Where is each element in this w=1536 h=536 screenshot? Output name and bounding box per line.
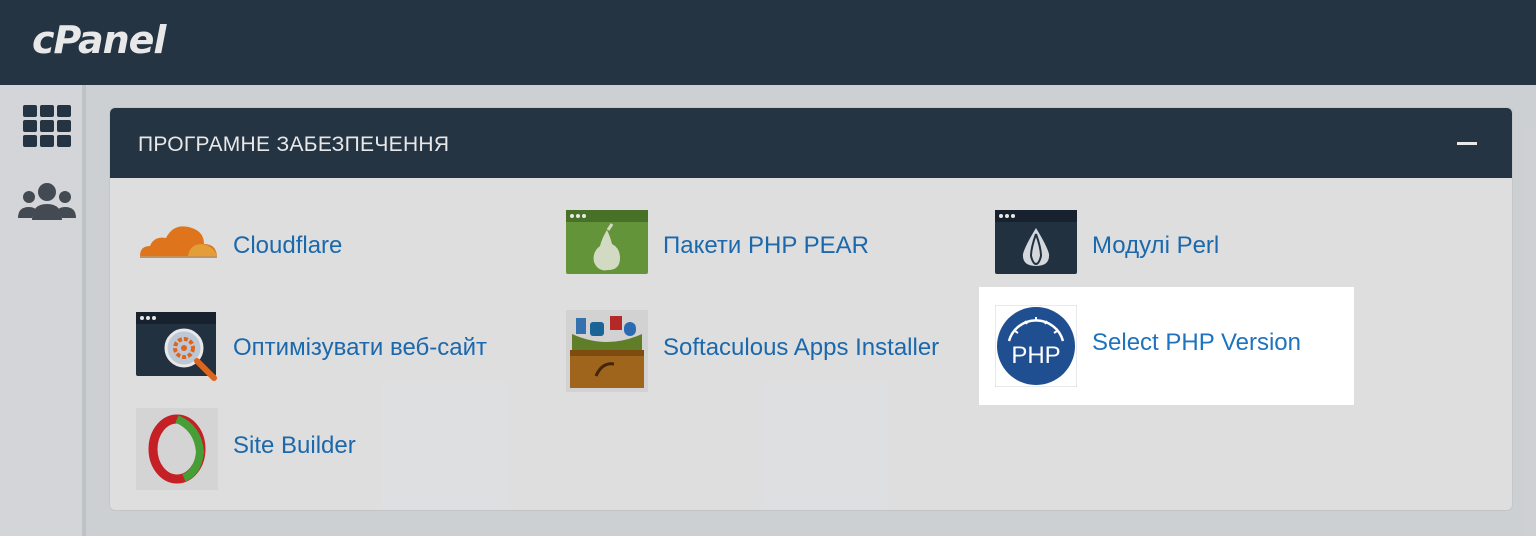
svg-text:PHP: PHP: [1011, 342, 1060, 369]
item-select-php-version[interactable]: PHP Select PHP Version: [995, 305, 1340, 395]
panel-title: ПРОГРАМНЕ ЗАБЕЗПЕЧЕННЯ: [138, 133, 450, 156]
item-label: Site Builder: [233, 432, 356, 459]
sidebar-item-users[interactable]: [15, 180, 79, 236]
item-label: Пакети PHP PEAR: [663, 232, 869, 259]
optimize-website-icon: [136, 312, 217, 381]
item-label: Softaculous Apps Installer: [663, 334, 940, 361]
sidebar-item-tools[interactable]: [15, 100, 79, 156]
minus-icon: [1457, 142, 1477, 145]
item-label: Select PHP Version: [1092, 329, 1302, 356]
panel-header: ПРОГРАМНЕ ЗАБЕЗПЕЧЕННЯ: [110, 108, 1512, 178]
collapse-button[interactable]: [1452, 130, 1482, 156]
grid-icon: [23, 105, 71, 147]
item-cloudflare[interactable]: Cloudflare: [136, 208, 536, 298]
item-site-builder[interactable]: Site Builder: [136, 408, 536, 498]
php-pear-icon: [566, 210, 648, 274]
item-php-pear[interactable]: Пакети PHP PEAR: [566, 208, 966, 298]
users-icon: [18, 183, 76, 220]
site-builder-icon: [136, 408, 218, 490]
item-label: Оптимізувати веб-сайт: [233, 334, 488, 361]
item-softaculous[interactable]: Softaculous Apps Installer: [566, 310, 966, 400]
item-label: Модулі Perl: [1092, 232, 1220, 259]
softaculous-icon: [566, 310, 648, 392]
item-label: Cloudflare: [233, 232, 343, 259]
perl-modules-icon: [995, 210, 1077, 274]
cpanel-logo[interactable]: cPanel: [32, 18, 166, 62]
sidebar: [0, 85, 86, 536]
top-bar: cPanel: [0, 0, 1536, 85]
item-optimize-website[interactable]: Оптимізувати веб-сайт: [136, 310, 536, 400]
item-perl-modules[interactable]: Модулі Perl: [995, 208, 1395, 298]
cloudflare-icon: [140, 226, 217, 258]
php-version-icon: PHP: [995, 305, 1077, 387]
